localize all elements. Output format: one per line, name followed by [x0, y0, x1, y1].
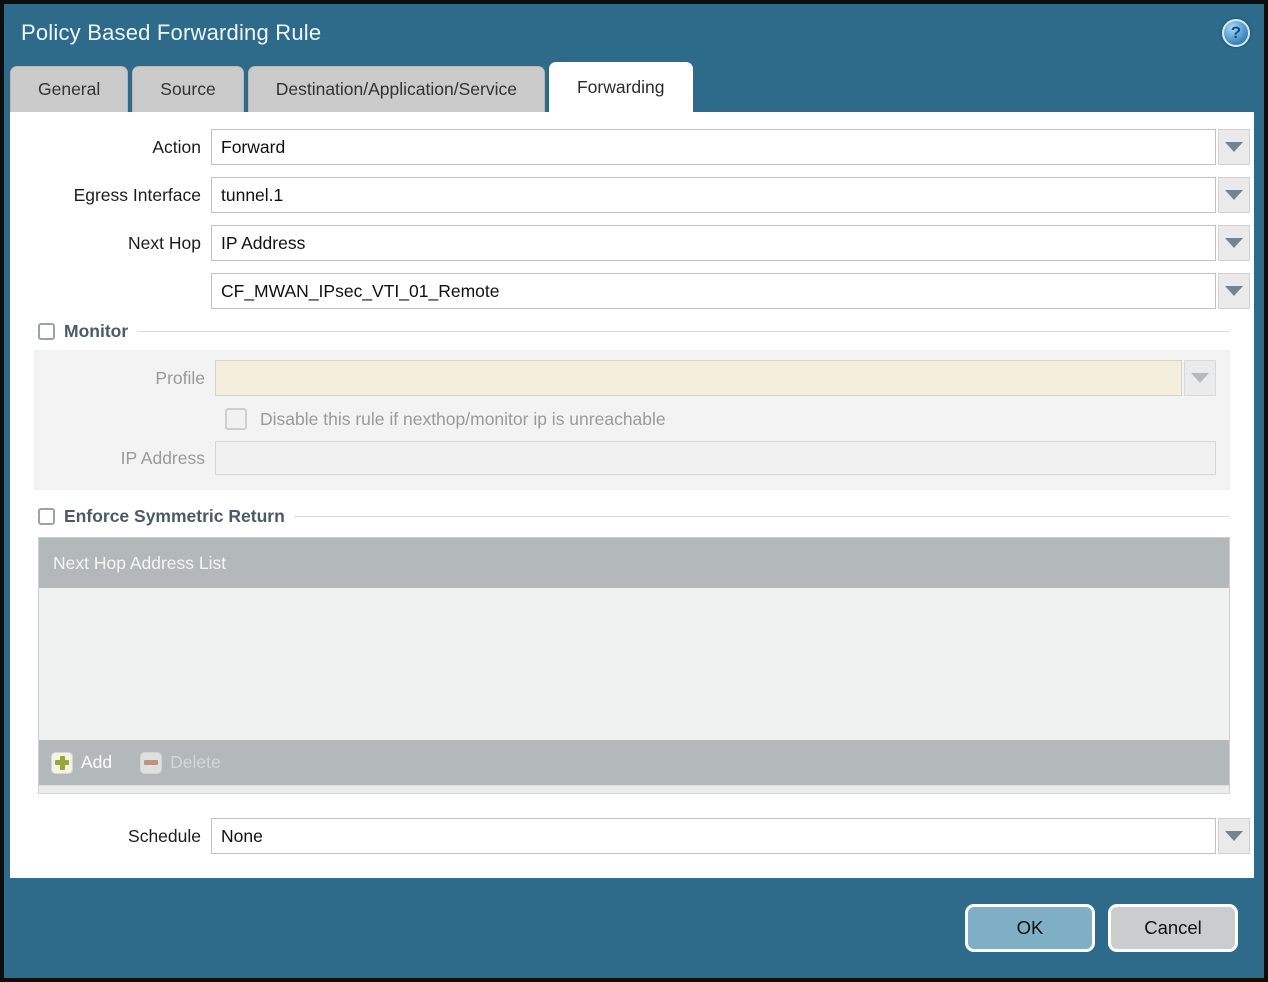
next-hop-address-list-toolbar: Add Delete	[39, 740, 1229, 785]
help-icon[interactable]: ?	[1222, 19, 1250, 47]
next-hop-dropdown-button[interactable]	[1218, 225, 1250, 261]
action-value-field[interactable]: Forward	[211, 129, 1216, 165]
tab-general[interactable]: General	[10, 66, 129, 112]
next-hop-address-list-table: Next Hop Address List Add Delete	[38, 537, 1230, 794]
ok-button[interactable]: OK	[965, 904, 1095, 952]
chevron-down-icon	[1225, 142, 1243, 152]
enforce-symmetric-return-legend-label: Enforce Symmetric Return	[64, 506, 285, 526]
delete-button-label: Delete	[170, 752, 221, 772]
dialog-footer: OK Cancel	[4, 878, 1264, 978]
tab-destination-application-service-label: Destination/Application/Service	[275, 79, 517, 99]
monitor-legend: Monitor	[35, 321, 137, 342]
profile-combo	[215, 360, 1216, 396]
egress-interface-dropdown-button[interactable]	[1218, 177, 1250, 213]
egress-interface-row: Egress Interface tunnel.1	[10, 177, 1250, 213]
table-scrollbar-strip	[39, 785, 1229, 794]
enforce-symmetric-return-legend: Enforce Symmetric Return	[35, 506, 294, 527]
tab-source-label: Source	[160, 79, 216, 99]
dialog-title: Policy Based Forwarding Rule	[21, 20, 322, 45]
next-hop-address-list-header: Next Hop Address List	[39, 538, 1229, 588]
tab-destination-application-service[interactable]: Destination/Application/Service	[247, 66, 545, 112]
dialog-titlebar: Policy Based Forwarding Rule ?	[4, 4, 1264, 62]
enforce-symmetric-return-fieldset: Enforce Symmetric Return Next Hop Addres…	[34, 506, 1230, 794]
monitor-ip-address-input	[215, 441, 1216, 475]
monitor-ip-address-label: IP Address	[120, 447, 205, 468]
schedule-label: Schedule	[128, 825, 201, 846]
next-hop-address-field[interactable]: CF_MWAN_IPsec_VTI_01_Remote	[211, 273, 1216, 309]
egress-interface-label: Egress Interface	[73, 184, 201, 205]
monitor-legend-label: Monitor	[64, 321, 129, 341]
add-button[interactable]: Add	[51, 751, 113, 774]
tab-source[interactable]: Source	[132, 66, 244, 112]
monitor-panel: Profile Disable this rule if nexthop/mon…	[34, 350, 1230, 490]
add-button-label: Add	[81, 752, 113, 772]
chevron-down-icon	[1225, 286, 1243, 296]
tab-bar: General Source Destination/Application/S…	[4, 62, 1264, 112]
schedule-dropdown-button[interactable]	[1218, 818, 1250, 854]
tab-forwarding-label: Forwarding	[576, 77, 665, 97]
next-hop-address-row: CF_MWAN_IPsec_VTI_01_Remote	[10, 273, 1250, 309]
monitor-fieldset: Monitor Profile Disable this rule if nex…	[34, 321, 1230, 490]
next-hop-address-dropdown-button[interactable]	[1218, 273, 1250, 309]
profile-label: Profile	[155, 367, 205, 388]
add-plus-icon	[51, 751, 73, 774]
disable-rule-label: Disable this rule if nexthop/monitor ip …	[260, 408, 666, 429]
delete-button: Delete	[140, 751, 221, 774]
cancel-button-label: Cancel	[1144, 917, 1202, 938]
chevron-down-icon	[1225, 238, 1243, 248]
next-hop-label: Next Hop	[128, 232, 201, 253]
profile-row: Profile	[34, 360, 1216, 396]
action-label: Action	[152, 136, 201, 157]
forwarding-tab-panel: Action Forward Egress Interface tunnel.1…	[10, 112, 1254, 878]
chevron-down-icon	[1225, 831, 1243, 841]
tab-general-label: General	[38, 79, 101, 99]
help-icon-glyph: ?	[1230, 23, 1242, 42]
enforce-symmetric-return-checkbox[interactable]	[38, 508, 55, 525]
action-dropdown-button[interactable]	[1218, 129, 1250, 165]
disable-rule-checkbox	[225, 408, 247, 430]
schedule-combo: None	[211, 818, 1250, 854]
monitor-checkbox[interactable]	[38, 323, 55, 340]
egress-interface-combo: tunnel.1	[211, 177, 1250, 213]
disable-rule-row: Disable this rule if nexthop/monitor ip …	[225, 408, 1216, 430]
next-hop-row: Next Hop IP Address	[10, 225, 1250, 261]
monitor-ip-address-row: IP Address	[34, 440, 1216, 476]
ok-button-label: OK	[1016, 917, 1044, 938]
next-hop-address-combo: CF_MWAN_IPsec_VTI_01_Remote	[211, 273, 1250, 309]
action-combo: Forward	[211, 129, 1250, 165]
next-hop-type-field[interactable]: IP Address	[211, 225, 1216, 261]
next-hop-address-list-body[interactable]	[39, 588, 1229, 740]
schedule-value-field[interactable]: None	[211, 818, 1216, 854]
chevron-down-icon	[1191, 373, 1209, 383]
delete-minus-icon	[140, 751, 163, 774]
policy-based-forwarding-dialog: Policy Based Forwarding Rule ? General S…	[0, 0, 1268, 982]
next-hop-combo: IP Address	[211, 225, 1250, 261]
schedule-row: Schedule None	[10, 818, 1250, 854]
chevron-down-icon	[1225, 190, 1243, 200]
profile-value-field	[215, 360, 1182, 396]
profile-dropdown-button	[1184, 360, 1216, 396]
cancel-button[interactable]: Cancel	[1108, 904, 1238, 952]
tab-forwarding[interactable]: Forwarding	[548, 62, 693, 112]
egress-interface-value-field[interactable]: tunnel.1	[211, 177, 1216, 213]
action-row: Action Forward	[10, 129, 1250, 165]
